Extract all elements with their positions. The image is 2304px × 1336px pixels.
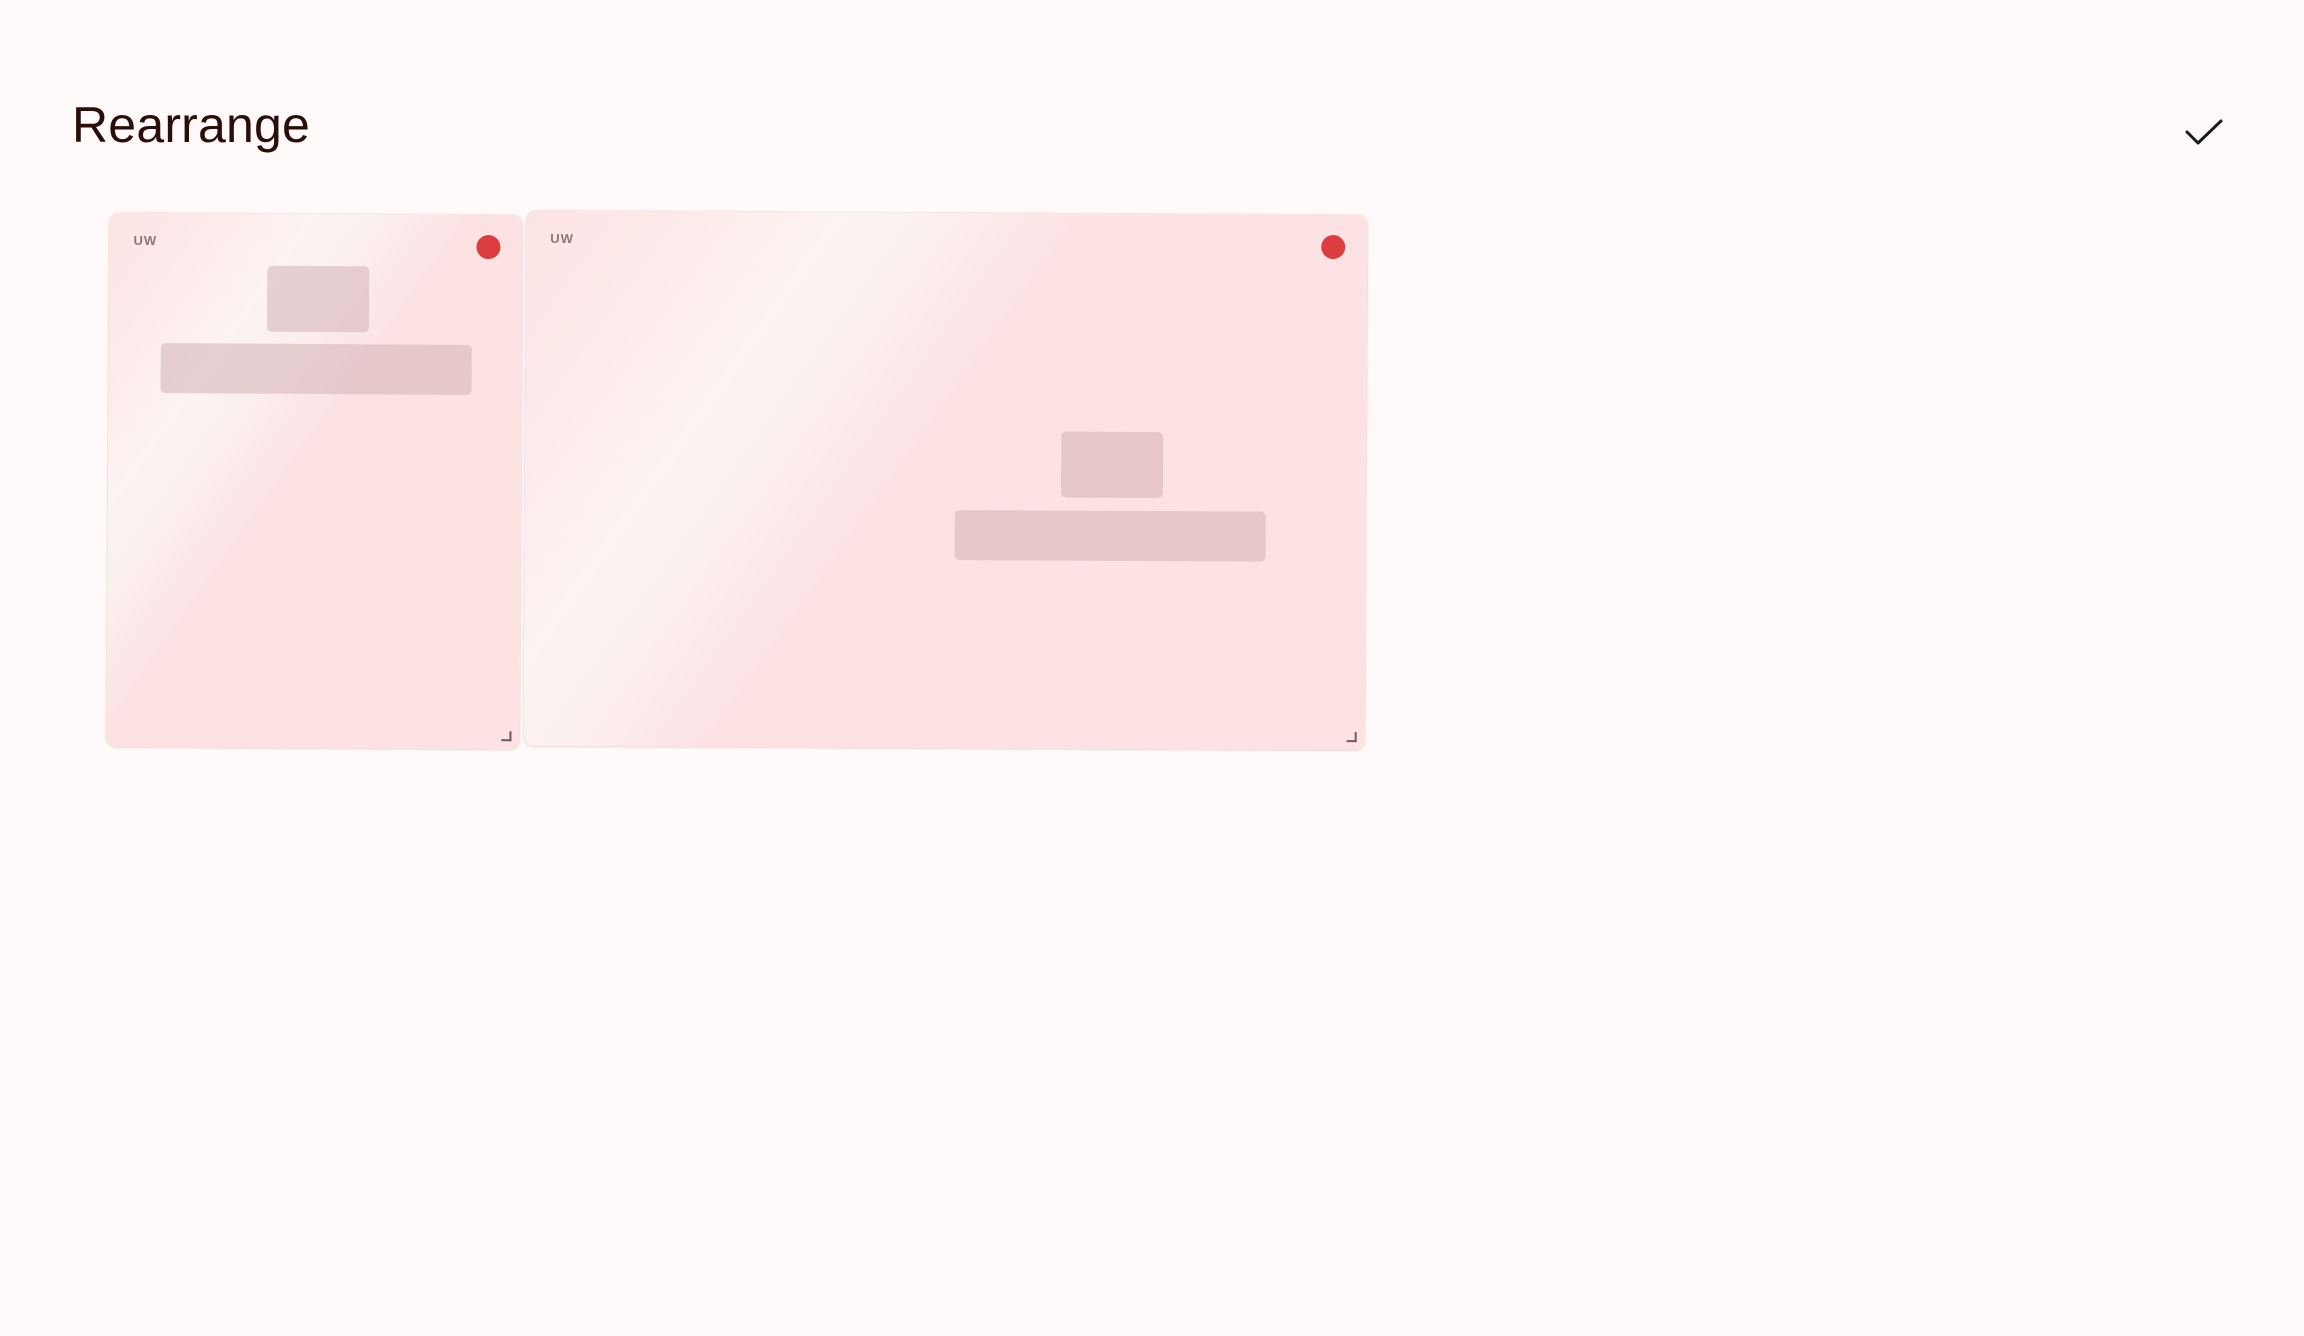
remove-dot-icon[interactable]	[476, 234, 501, 260]
checkmark-icon	[2185, 119, 2223, 145]
widget-label: UW	[133, 232, 158, 249]
remove-dot-icon[interactable]	[1321, 234, 1346, 260]
widget-label: UW	[550, 230, 574, 247]
resize-handle-icon[interactable]	[1347, 732, 1357, 742]
done-button[interactable]	[2180, 108, 2228, 156]
widget-card[interactable]: UW	[523, 210, 1368, 751]
page-title: Rearrange	[72, 97, 311, 153]
skeleton-icon-placeholder	[266, 265, 370, 333]
widget-card[interactable]: UW	[106, 212, 523, 750]
rearrange-page: Rearrange UW UW	[0, 0, 2304, 1336]
skeleton-text-placeholder	[954, 510, 1266, 562]
skeleton-text-placeholder	[160, 343, 472, 395]
skeleton-icon-placeholder	[1060, 431, 1164, 499]
resize-handle-icon[interactable]	[501, 731, 511, 741]
